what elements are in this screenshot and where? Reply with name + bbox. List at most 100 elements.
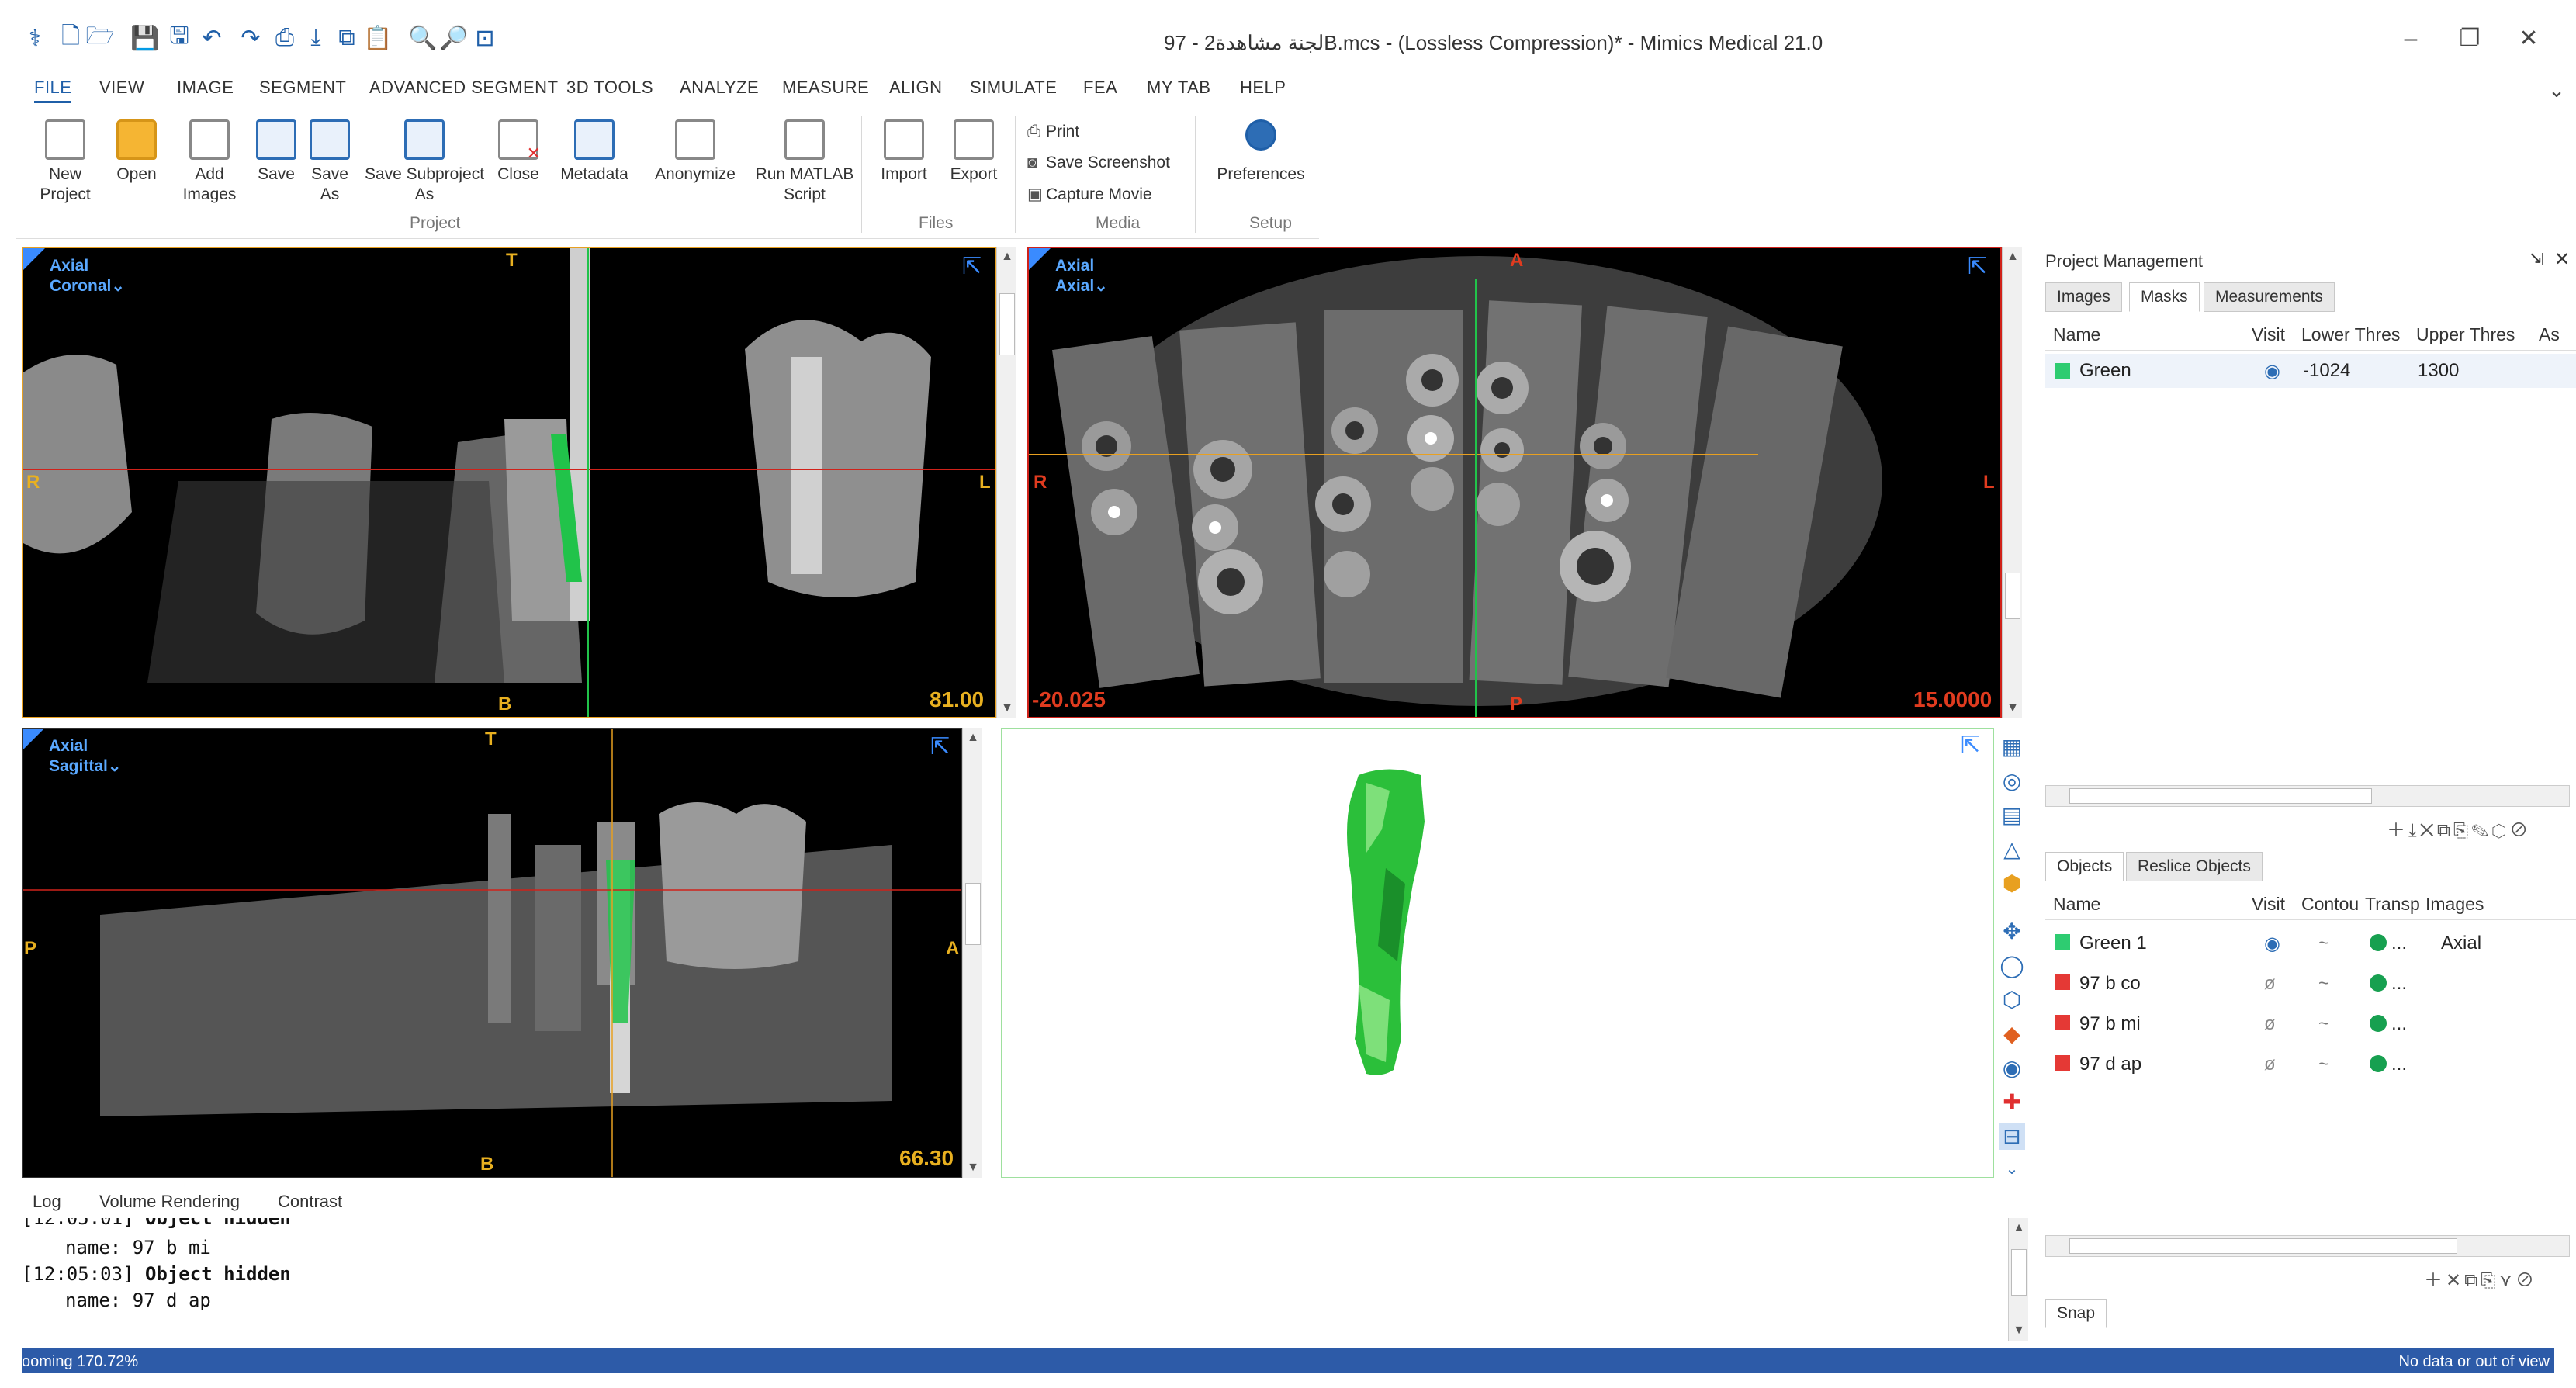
crosshair-icon[interactable]: ✚ bbox=[1999, 1089, 2025, 1116]
transparency-dot[interactable] bbox=[2370, 934, 2387, 951]
export-button[interactable]: Export bbox=[939, 119, 1009, 185]
table-row[interactable]: 97 d ap ø ~ ... bbox=[2045, 1044, 2576, 1085]
new-project-button[interactable]: New Project bbox=[29, 119, 101, 205]
sagittal-scrollbar[interactable]: ▲ ▼ bbox=[962, 728, 982, 1178]
table-row[interactable]: 97 b mi ø ~ ... bbox=[2045, 1004, 2576, 1044]
metadata-button[interactable]: Metadata bbox=[552, 119, 636, 185]
triangle-icon[interactable]: △ bbox=[1999, 836, 2025, 863]
viewport-orientation-label[interactable]: Axial Coronal⌄ bbox=[50, 256, 125, 296]
scroll-up-icon[interactable]: ▲ bbox=[2009, 1218, 2029, 1238]
restore-button[interactable]: ❐ bbox=[2450, 23, 2489, 54]
scroll-thumb[interactable] bbox=[2069, 788, 2372, 804]
scroll-thumb[interactable] bbox=[2069, 1238, 2457, 1254]
render-icon[interactable]: ◆ bbox=[1999, 1021, 2025, 1047]
run-matlab-script-button[interactable]: Run MATLAB Script bbox=[754, 119, 855, 205]
contour-icon[interactable]: ~ bbox=[2318, 1054, 2329, 1075]
save-icon[interactable]: 💾 bbox=[130, 25, 159, 51]
fit-view-icon[interactable]: ⊡ bbox=[472, 25, 498, 51]
pan-icon[interactable]: ✥ bbox=[1999, 919, 2025, 945]
transparency-dot[interactable] bbox=[2370, 1015, 2387, 1032]
scroll-down-icon[interactable]: ▼ bbox=[2009, 1321, 2029, 1341]
menu-advanced-segment[interactable]: ADVANCED SEGMENT bbox=[369, 78, 559, 98]
clipboard-icon[interactable]: 📋 bbox=[363, 25, 392, 51]
import-button[interactable]: Import bbox=[869, 119, 939, 185]
eye-hidden-icon[interactable]: ø bbox=[2264, 973, 2276, 995]
table-row[interactable]: Green 1 ◉ ~ ... Axial bbox=[2045, 923, 2576, 964]
import-icon[interactable]: ⤓ bbox=[303, 25, 329, 51]
print-button[interactable]: ⎙ Print bbox=[1027, 123, 1079, 141]
menu-simulate[interactable]: SIMULATE bbox=[970, 78, 1057, 98]
print-icon[interactable]: ⎙ bbox=[272, 25, 298, 51]
menu-help[interactable]: HELP bbox=[1240, 78, 1286, 98]
menu-align[interactable]: ALIGN bbox=[889, 78, 943, 98]
save-subproject-as-button[interactable]: Save Subproject As bbox=[358, 119, 490, 205]
open-button[interactable]: Open bbox=[101, 119, 172, 185]
menu-image[interactable]: IMAGE bbox=[177, 78, 234, 98]
eye-icon[interactable]: ◉ bbox=[2264, 933, 2280, 955]
tab-reslice-objects[interactable]: Reslice Objects bbox=[2126, 852, 2263, 881]
tab-log[interactable]: Log bbox=[33, 1192, 61, 1212]
axial-scrollbar[interactable]: ▲ ▼ bbox=[2002, 247, 2022, 718]
scroll-thumb[interactable] bbox=[965, 883, 981, 945]
tab-objects[interactable]: Objects bbox=[2045, 852, 2124, 881]
save-button[interactable]: Save bbox=[245, 119, 307, 185]
save-all-icon[interactable]: 🖫 bbox=[166, 23, 192, 51]
scroll-thumb[interactable] bbox=[999, 293, 1015, 355]
coronal-scrollbar[interactable]: ▲ ▼ bbox=[996, 247, 1016, 718]
tab-snap[interactable]: Snap bbox=[2045, 1299, 2107, 1328]
maximize-viewport-icon[interactable]: ⇱ bbox=[930, 733, 950, 760]
axial-viewport[interactable]: Axial Axial⌄ ⇱ A P R L -20.025 15.0000 bbox=[1027, 247, 2002, 718]
object-toolbar[interactable]: ＋✕⧉⎘⋎⊘ bbox=[2424, 1265, 2537, 1292]
scroll-down-icon[interactable]: ▼ bbox=[997, 698, 1017, 718]
zoom-in-icon[interactable]: 🔍 bbox=[408, 25, 437, 51]
zoom-out-icon[interactable]: 🔎 bbox=[439, 25, 468, 51]
eye-hidden-icon[interactable]: ø bbox=[2264, 1054, 2276, 1075]
scroll-up-icon[interactable]: ▲ bbox=[2003, 247, 2023, 267]
preferences-button[interactable]: Preferences bbox=[1203, 119, 1319, 185]
coronal-viewport[interactable]: Axial Coronal⌄ ⇱ T B R L 81.00 bbox=[22, 247, 996, 718]
pin-icon[interactable]: ⇲ bbox=[2529, 250, 2543, 270]
scroll-thumb[interactable] bbox=[2011, 1249, 2027, 1296]
menu-view[interactable]: VIEW bbox=[99, 78, 144, 98]
close-project-button[interactable]: Close bbox=[489, 119, 548, 185]
add-images-button[interactable]: Add Images bbox=[174, 119, 245, 205]
shapes-icon[interactable]: ◎ bbox=[1999, 768, 2025, 794]
save-as-button[interactable]: Save As bbox=[303, 119, 357, 205]
minimize-button[interactable]: – bbox=[2391, 23, 2430, 54]
capture-movie-button[interactable]: ▣ Capture Movie bbox=[1027, 185, 1152, 204]
3d-viewport[interactable]: ⇱ bbox=[1001, 728, 1994, 1178]
tab-masks[interactable]: Masks bbox=[2129, 282, 2200, 312]
tab-contrast[interactable]: Contrast bbox=[278, 1192, 342, 1212]
save-screenshot-button[interactable]: ◙ Save Screenshot bbox=[1027, 154, 1170, 172]
scroll-thumb[interactable] bbox=[2005, 573, 2020, 619]
color-icon[interactable]: ⬢ bbox=[1999, 871, 2025, 897]
menu-segment[interactable]: SEGMENT bbox=[259, 78, 346, 98]
contour-icon[interactable]: ~ bbox=[2318, 1013, 2329, 1035]
scroll-down-icon[interactable]: ▼ bbox=[963, 1158, 983, 1178]
menu-my-tab[interactable]: MY TAB bbox=[1147, 78, 1210, 98]
mask-toolbar[interactable]: ＋⤓✕⧉⎘✎⬡⊘ bbox=[2387, 815, 2531, 842]
panel-close-icon[interactable]: ✕ bbox=[2554, 248, 2570, 271]
open-folder-icon[interactable]: 🗁 bbox=[85, 23, 114, 51]
close-button[interactable]: ✕ bbox=[2509, 23, 2548, 54]
contour-icon[interactable]: ~ bbox=[2318, 973, 2329, 995]
eye-hidden-icon[interactable]: ø bbox=[2264, 1013, 2276, 1035]
scroll-up-icon[interactable]: ▲ bbox=[997, 247, 1017, 267]
copy-icon[interactable]: ⧉ bbox=[334, 25, 360, 51]
maximize-viewport-icon[interactable]: ⇱ bbox=[1961, 732, 1980, 759]
undo-icon[interactable]: ↶ bbox=[199, 25, 225, 51]
tab-images[interactable]: Images bbox=[2045, 282, 2122, 312]
redo-icon[interactable]: ↷ bbox=[237, 25, 264, 51]
menu-3d-tools[interactable]: 3D TOOLS bbox=[566, 78, 653, 98]
tab-measurements[interactable]: Measurements bbox=[2204, 282, 2335, 312]
clip-plane-icon[interactable]: ⊟ bbox=[1999, 1123, 2025, 1150]
eye-icon[interactable]: ◉ bbox=[2264, 360, 2280, 382]
maximize-viewport-icon[interactable]: ⇱ bbox=[962, 253, 982, 280]
table-row[interactable]: 97 b co ø ~ ... bbox=[2045, 964, 2576, 1004]
3d-box-icon[interactable]: ⬡ bbox=[1999, 987, 2025, 1013]
transparency-dot[interactable] bbox=[2370, 974, 2387, 992]
menu-fea[interactable]: FEA bbox=[1083, 78, 1117, 98]
menu-measure[interactable]: MEASURE bbox=[782, 78, 869, 98]
tab-volume-rendering[interactable]: Volume Rendering bbox=[99, 1192, 240, 1212]
cube-icon[interactable]: ▤ bbox=[1999, 802, 2025, 829]
